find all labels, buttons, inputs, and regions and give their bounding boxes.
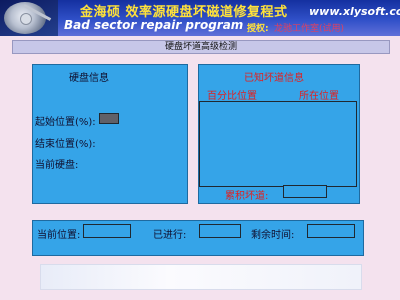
start-position-input[interactable]: [99, 113, 119, 124]
disk-info-heading: 硬盘信息: [69, 73, 109, 84]
col-percent-header: 百分比位置: [207, 91, 257, 102]
status-bar: [40, 264, 362, 290]
elapsed-label: 已进行:: [153, 230, 187, 241]
disk-info-panel: 硬盘信息 起始位置(%): 结束位置(%): 当前硬盘:: [32, 64, 188, 204]
progress-panel: 当前位置: 已进行: 剩余时间:: [32, 220, 364, 256]
start-position-label: 起始位置(%):: [35, 117, 96, 128]
remaining-time-field: [307, 224, 355, 238]
remaining-time-label: 剩余时间:: [251, 230, 295, 241]
total-bad-sectors-field: [283, 185, 327, 198]
col-location-header: 所在位置: [299, 91, 339, 102]
total-bad-sectors-label: 累积坏道:: [225, 191, 269, 202]
elapsed-field: [199, 224, 241, 238]
current-position-label: 当前位置:: [37, 230, 81, 241]
hard-disk-icon: [0, 0, 58, 36]
app-header: 金海硕 效率源硬盘坏磁道修复程式 Bad sector repair progr…: [0, 0, 400, 36]
app-subtitle: Bad sector repair program: [64, 18, 244, 32]
window-title-bar: 硬盘坏道高级检测: [12, 40, 390, 54]
bad-sector-heading: 已知坏道信息: [244, 73, 304, 84]
website-link[interactable]: www.xlysoft.com: [309, 5, 400, 18]
window-title: 硬盘坏道高级检测: [164, 42, 237, 52]
license-value: 龙驰工作室(试用): [274, 24, 345, 34]
current-disk-label: 当前硬盘:: [35, 160, 79, 171]
license-label: 授权:: [247, 24, 269, 34]
bad-sector-panel: 已知坏道信息 百分比位置 所在位置 累积坏道:: [198, 64, 360, 204]
bad-sector-list[interactable]: [199, 101, 357, 187]
current-position-field: [83, 224, 131, 238]
end-position-label: 结束位置(%):: [35, 139, 96, 150]
